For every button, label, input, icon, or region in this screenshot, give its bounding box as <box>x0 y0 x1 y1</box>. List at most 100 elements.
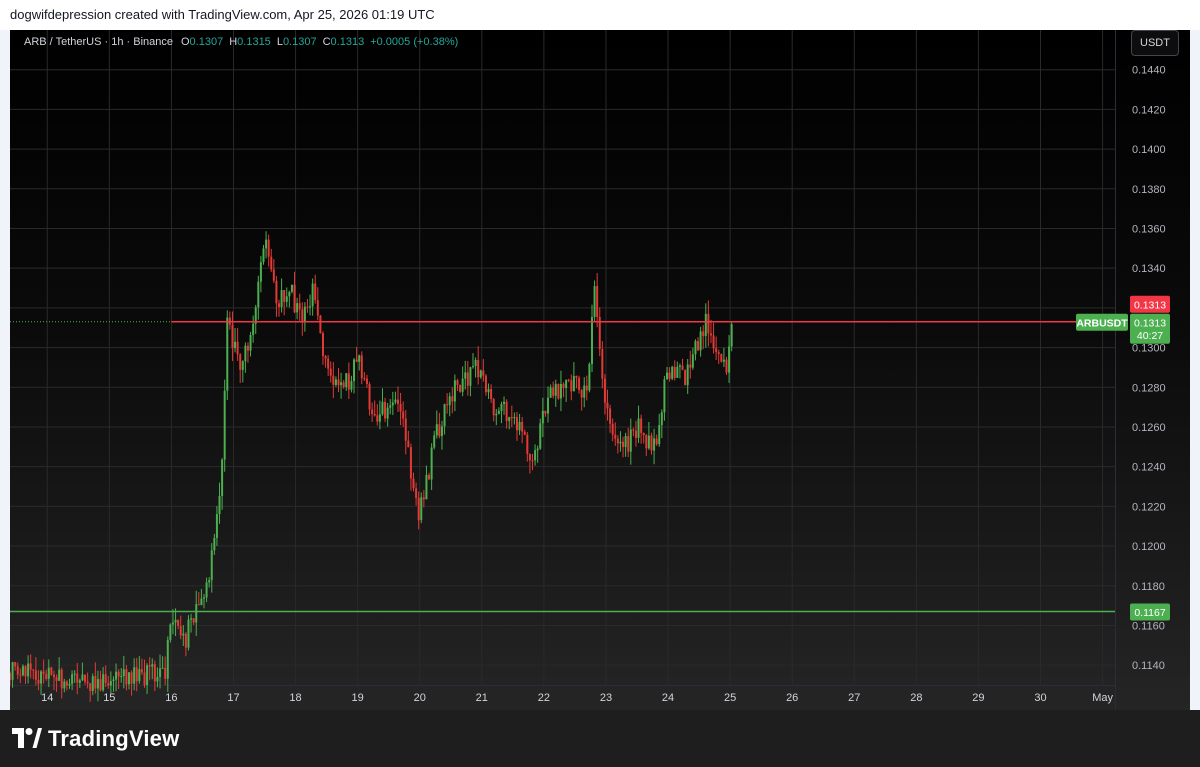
candle <box>632 427 635 437</box>
chart-panel[interactable]: 0.1440 0.1420 0.1400 0.1380 0.1360 0.1340 0.13… <box>10 30 1190 710</box>
tradingview-logo[interactable]: TradingView <box>12 724 179 754</box>
candle <box>549 384 552 398</box>
currency-button[interactable]: USDT <box>1131 30 1179 56</box>
candle-body <box>722 359 725 362</box>
candle-body <box>578 377 581 390</box>
candle <box>585 375 588 401</box>
x-tick-label: 26 <box>786 692 798 704</box>
candle-body <box>653 438 656 451</box>
candle-body <box>311 283 314 307</box>
candle <box>89 683 92 702</box>
candle-body <box>482 370 485 376</box>
candle-body <box>249 335 252 351</box>
candle <box>195 590 198 636</box>
candle-body <box>316 300 319 316</box>
candle-body <box>384 401 387 419</box>
candle-body <box>246 345 249 351</box>
candle-body <box>456 380 459 385</box>
candle <box>228 311 231 330</box>
y-tick-label: 0.1360 <box>1132 223 1166 235</box>
candle-body <box>117 671 120 677</box>
candle-body <box>350 381 353 390</box>
candle <box>552 381 555 399</box>
candle <box>24 665 27 684</box>
candle-body <box>389 405 392 408</box>
candle <box>513 412 516 425</box>
candle-body <box>151 664 154 667</box>
candle <box>288 290 291 308</box>
candle-body <box>27 663 30 677</box>
candle-body <box>16 666 19 675</box>
candle-body <box>192 618 195 623</box>
x-tick-label: May <box>1092 692 1113 704</box>
candle <box>671 365 674 381</box>
candle <box>583 377 586 408</box>
x-tick-label: 21 <box>476 692 488 704</box>
candle-body <box>324 355 327 359</box>
candle-body <box>231 324 234 349</box>
y-tick-label: 0.1220 <box>1132 501 1166 513</box>
candle-body <box>707 313 710 334</box>
candle <box>187 615 190 651</box>
candle <box>422 490 425 508</box>
candle <box>27 655 30 684</box>
candle-body <box>104 674 107 683</box>
candle <box>438 412 441 439</box>
candle-body <box>65 681 68 686</box>
candle-body <box>526 434 529 454</box>
candle <box>601 341 604 389</box>
candle-body <box>510 417 513 419</box>
candle <box>503 396 506 415</box>
candle <box>459 384 462 393</box>
candle <box>254 304 257 334</box>
candle-body <box>368 383 371 410</box>
candle <box>102 666 105 692</box>
candle-body <box>684 369 687 386</box>
candle-body <box>702 331 705 337</box>
candle-body <box>283 290 286 302</box>
candle-body <box>177 619 180 627</box>
candle <box>428 472 431 480</box>
candle <box>226 310 229 401</box>
candle-body <box>138 669 141 682</box>
candle <box>350 375 353 393</box>
candle <box>244 342 247 373</box>
candle <box>177 619 180 630</box>
candle-body <box>195 604 198 623</box>
y-tick-label: 0.1140 <box>1132 660 1165 672</box>
candle-body <box>133 667 136 684</box>
candle <box>358 354 361 371</box>
candle <box>676 361 679 378</box>
y-tick-label: 0.1440 <box>1132 65 1166 77</box>
candle-body <box>112 679 115 681</box>
tradingview-wordmark: TradingView <box>48 726 180 751</box>
candle-body <box>213 537 216 551</box>
candle <box>11 661 14 688</box>
candle <box>391 391 394 416</box>
candle <box>50 666 53 676</box>
candle-body <box>513 417 516 419</box>
candle-body <box>461 378 464 392</box>
candle-body <box>614 434 617 439</box>
x-tick-label: 28 <box>910 692 922 704</box>
candle-body <box>469 367 472 386</box>
x-tick-label: 14 <box>41 692 53 704</box>
candle-body <box>96 679 99 689</box>
candle-body <box>650 435 653 451</box>
candle <box>559 370 562 412</box>
candle-body <box>521 421 524 432</box>
candle <box>130 670 133 696</box>
candle <box>691 347 694 370</box>
candle-body <box>715 348 718 353</box>
candle-body <box>24 666 27 677</box>
candle <box>720 353 723 363</box>
candle <box>694 339 697 361</box>
price-chart[interactable]: 0.1440 0.1420 0.1400 0.1380 0.1360 0.1340 0.13… <box>10 30 1190 710</box>
candle-body <box>399 403 402 412</box>
candle <box>329 361 332 383</box>
candle-body <box>394 399 397 403</box>
candle-body <box>215 514 218 538</box>
candle <box>316 287 319 321</box>
candle-body <box>45 673 48 679</box>
candle-body <box>334 379 337 385</box>
